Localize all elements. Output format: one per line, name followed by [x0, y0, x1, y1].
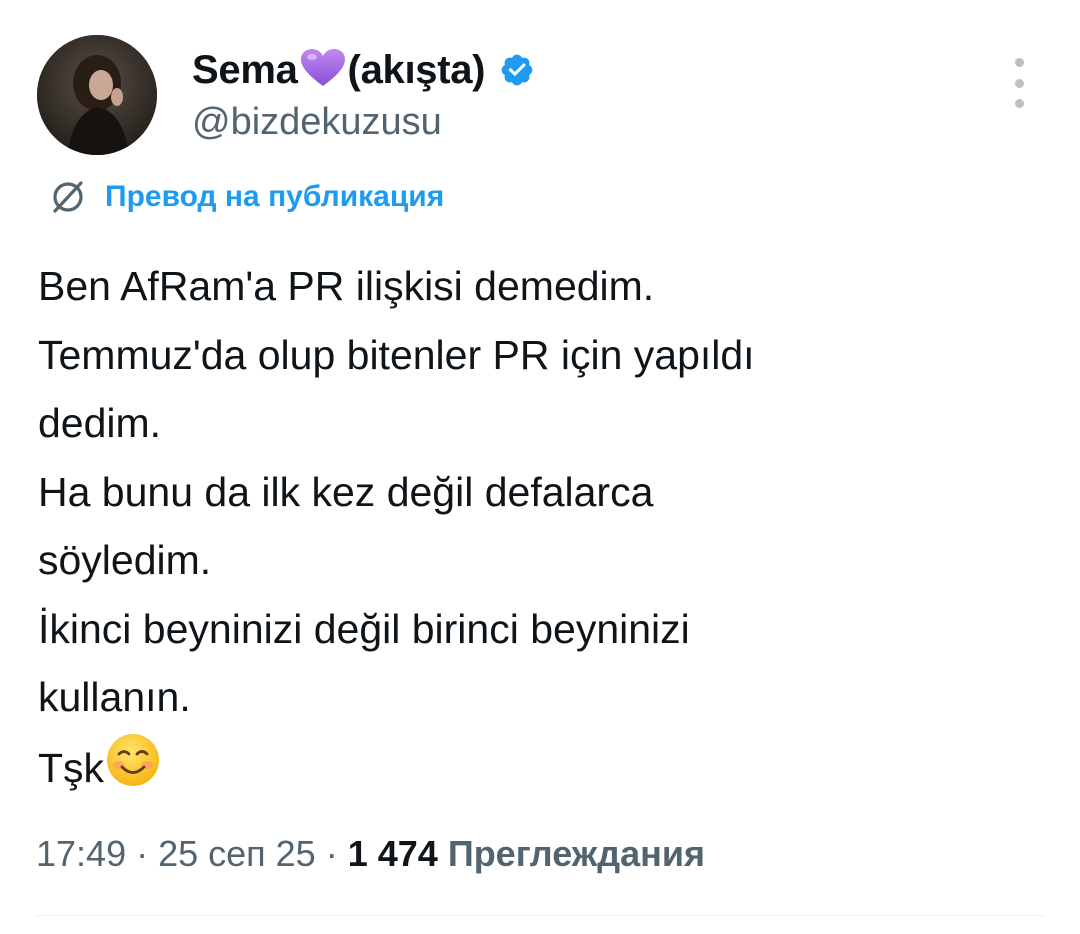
- author-display-name-suffix[interactable]: (akışta): [348, 50, 486, 90]
- tweet-line: dedim.: [38, 400, 162, 446]
- smiling-face-icon: [105, 732, 161, 809]
- avatar[interactable]: [37, 35, 157, 155]
- more-dot-icon: [1014, 99, 1024, 108]
- more-dot-icon: [1014, 78, 1024, 88]
- views-label[interactable]: Преглеждания: [448, 833, 705, 874]
- tweet-line-text: Tşk: [38, 744, 105, 791]
- divider: [36, 915, 1044, 916]
- tweet-line: Ha bunu da ilk kez değil defalarca: [38, 468, 654, 515]
- tweet-line: Ben AfRam'a PR ilişkisi demedim.: [38, 263, 655, 309]
- tweet-line: İkinci beyninizi değil birinci beyninizi: [38, 605, 690, 652]
- tweet-meta: 17:49 · 25 сеп 25 · 1 474 Преглеждания: [36, 832, 705, 876]
- views-count[interactable]: 1 474: [348, 833, 438, 874]
- more-dot-icon: [1014, 58, 1024, 67]
- more-options-button[interactable]: [1004, 58, 1034, 108]
- meta-separator: ·: [315, 833, 348, 874]
- translate-post-link[interactable]: Превод на публикация: [48, 175, 444, 219]
- author-handle[interactable]: @bizdekuzusu: [192, 100, 442, 146]
- tweet-body: Ben AfRam'a PR ilişkisi demedim. Temmuz'…: [38, 252, 1048, 808]
- tweet-time[interactable]: 17:49: [36, 833, 126, 874]
- translate-label[interactable]: Превод на публикация: [105, 180, 444, 214]
- tweet-line-last: Tşk: [38, 732, 1048, 809]
- tweet-line: söyledim.: [38, 537, 212, 583]
- tweet-date[interactable]: 25 сеп 25: [158, 833, 316, 874]
- author-name-row[interactable]: Sema (akışta): [192, 44, 535, 96]
- tweet-line: kullanın.: [38, 674, 191, 720]
- translate-globe-icon: [48, 177, 88, 217]
- verified-badge-icon[interactable]: [499, 52, 535, 88]
- author-display-name[interactable]: Sema: [192, 50, 298, 90]
- purple-heart-icon: [300, 48, 346, 93]
- meta-separator: ·: [126, 833, 159, 874]
- tweet-line: Temmuz'da olup bitenler PR için yapıldı: [38, 331, 755, 378]
- profile-photo: [37, 35, 157, 155]
